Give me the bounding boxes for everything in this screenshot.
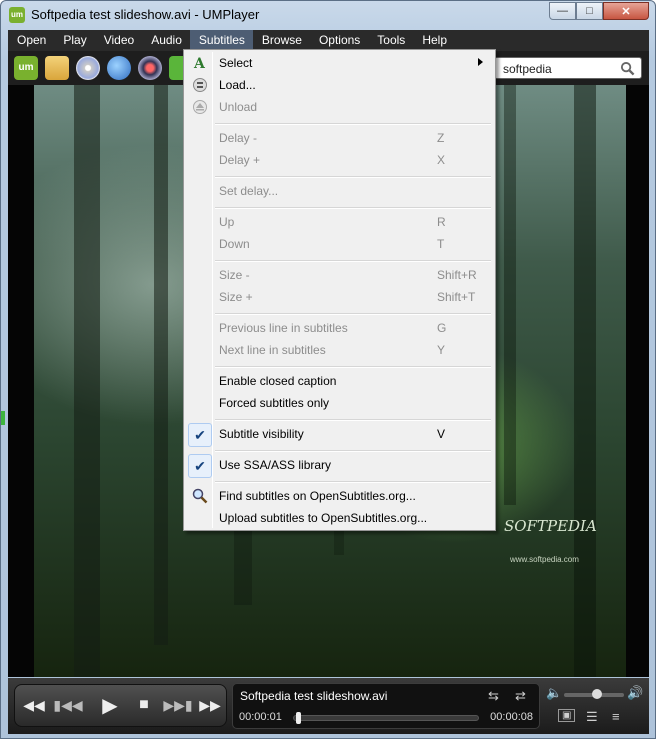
menu-tools[interactable]: Tools [368,30,413,51]
menu-options[interactable]: Options [310,30,368,51]
menu-use-ssa[interactable]: ✔ Use SSA/ASS library [186,454,493,478]
menu-size-minus[interactable]: Size - Shift+R [186,264,493,286]
maximize-button[interactable]: □ [576,2,603,20]
video-watermark: SOFTPEDIA [504,517,597,535]
stop-button[interactable]: ■ [129,689,159,721]
volume-max-icon: 🔊 [627,685,644,700]
forward-button[interactable]: ▶▶ [195,689,225,721]
dvd-icon[interactable] [76,56,100,80]
check-icon: ✔ [188,454,212,478]
info-panel: Softpedia test slideshow.avi ⇆ ⇄ 00:00:0… [232,683,540,729]
video-watermark-url: www.softpedia.com [510,555,579,564]
search-box[interactable]: softpedia [494,57,642,79]
app-logo-icon: um [9,7,25,23]
submenu-arrow-icon [478,58,483,66]
menu-load[interactable]: Load... [186,74,493,96]
menu-previous-line[interactable]: Previous line in subtitles G [186,317,493,339]
close-button[interactable]: ✕ [603,2,649,20]
rewind-button[interactable]: ◀◀ [19,689,49,721]
info-icon[interactable] [169,56,183,80]
radio-icon[interactable] [138,56,162,80]
elapsed-time: 00:00:01 [239,711,282,723]
globe-icon[interactable] [107,56,131,80]
menu-help[interactable]: Help [413,30,455,51]
menu-open[interactable]: Open [8,30,54,51]
fullscreen-icon[interactable]: ▣ [558,709,576,722]
menu-set-delay[interactable]: Set delay... [186,180,493,202]
left-edge-indicator [1,411,5,425]
menu-select[interactable]: A Select [186,52,493,74]
now-playing-filename: Softpedia test slideshow.avi [240,689,388,703]
window-title: Softpedia test slideshow.avi - UMPlayer [31,7,260,22]
menu-unload[interactable]: Unload [186,96,493,118]
playlist-icon[interactable]: ☰ [586,709,598,725]
app-window: um Softpedia test slideshow.avi - UMPlay… [0,0,656,739]
control-bar: ◀◀ ▮◀◀ ▶ ■ ▶▶▮ ▶▶ Softpedia test slidesh… [8,678,649,734]
playback-buttons: ◀◀ ▮◀◀ ▶ ■ ▶▶▮ ▶▶ [14,684,227,727]
search-icon[interactable] [620,61,635,76]
subtitles-menu: A Select Load... Unload Delay - Z Delay … [183,49,496,531]
speaker-icon[interactable]: 🔈 [546,685,562,701]
menu-browse[interactable]: Browse [253,30,310,51]
previous-button[interactable]: ▮◀◀ [53,689,83,721]
volume-handle[interactable] [592,689,602,699]
menu-next-line[interactable]: Next line in subtitles Y [186,339,493,361]
menu-size-plus[interactable]: Size + Shift+T [186,286,493,308]
menu-delay-plus[interactable]: Delay + X [186,149,493,171]
menu-upload-subtitles[interactable]: Upload subtitles to OpenSubtitles.org... [186,507,493,529]
menu-subtitles[interactable]: Subtitles [189,30,253,51]
seek-handle[interactable] [295,712,301,724]
menu-forced-only[interactable]: Forced subtitles only [186,392,493,414]
menu-closed-caption[interactable]: Enable closed caption [186,370,493,392]
menu-audio[interactable]: Audio [142,30,190,51]
menu-play[interactable]: Play [54,30,94,51]
total-time: 00:00:08 [490,711,533,723]
play-button[interactable]: ▶ [95,689,125,721]
svg-text:A: A [193,56,206,71]
magnifier-icon [192,488,208,504]
menu-down[interactable]: Down T [186,233,493,255]
folder-icon[interactable] [45,56,69,80]
menu-find-subtitles[interactable]: Find subtitles on OpenSubtitles.org... [186,485,493,507]
load-icon [193,78,207,92]
minimize-button[interactable]: — [549,2,576,20]
shuffle-icon[interactable]: ⇄ [515,688,526,704]
volume-slider[interactable] [564,689,624,699]
font-icon: A [193,56,206,71]
umplayer-logo-icon[interactable]: um [14,56,38,80]
preferences-icon[interactable]: ≡ [612,709,620,724]
check-icon: ✔ [188,423,212,447]
menu-up[interactable]: Up R [186,211,493,233]
title-bar[interactable]: um Softpedia test slideshow.avi - UMPlay… [1,1,655,29]
repeat-icon[interactable]: ⇆ [488,688,499,704]
search-input[interactable]: softpedia [503,62,552,76]
seek-bar[interactable] [293,712,479,724]
next-button[interactable]: ▶▶▮ [163,689,193,721]
eject-icon [193,100,207,114]
menu-video[interactable]: Video [95,30,142,51]
menu-bar: Open Play Video Audio Subtitles Browse O… [8,30,649,51]
menu-delay-minus[interactable]: Delay - Z [186,127,493,149]
menu-subtitle-visibility[interactable]: ✔ Subtitle visibility V [186,423,493,447]
